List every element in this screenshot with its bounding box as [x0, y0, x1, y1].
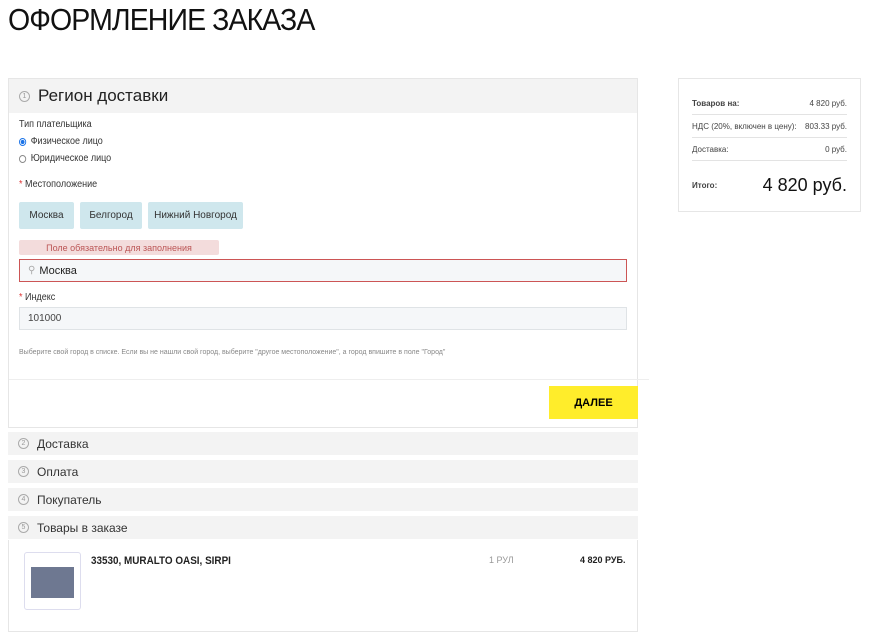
divider — [692, 114, 847, 115]
step-number-icon: 2 — [18, 438, 29, 449]
error-tooltip: Поле обязательно для заполнения — [19, 240, 219, 255]
summary-vat: НДС (20%, включен в цену): 803.33 руб. — [692, 122, 847, 131]
region-panel: 1 Регион доставки Тип плательщика Физиче… — [8, 78, 649, 428]
radio-label: Физическое лицо — [30, 136, 103, 147]
vat-value: 803.33 руб. — [805, 122, 847, 131]
section-title: Товары в заказе — [37, 520, 128, 535]
section-payment[interactable]: 3 Оплата — [8, 460, 638, 483]
zip-value: 101000 — [28, 313, 62, 324]
vat-label: НДС (20%, включен в цену): — [692, 122, 797, 131]
next-button[interactable]: ДАЛЕЕ — [549, 386, 638, 419]
product-image — [31, 567, 74, 598]
location-hint: Выберите свой город в списке. Если вы не… — [19, 349, 446, 356]
goods-value: 4 820 руб. — [809, 99, 848, 108]
section-buyer[interactable]: 4 Покупатель — [8, 488, 638, 511]
delivery-label: Доставка: — [692, 145, 729, 154]
payer-label: Тип плательщика — [19, 119, 92, 130]
summary-total: Итого: 4 820 руб. — [692, 175, 847, 196]
section-title: Доставка — [37, 436, 89, 451]
step-number-icon: 3 — [18, 466, 29, 477]
location-value: Москва — [39, 264, 77, 277]
region-header[interactable]: 1 Регион доставки — [9, 79, 637, 113]
product-qty: 1 РУЛ — [489, 555, 514, 565]
section-delivery[interactable]: 2 Доставка — [8, 432, 638, 455]
goods-label: Товаров на: — [692, 99, 740, 108]
divider — [692, 160, 847, 161]
search-icon: ⚲ — [28, 265, 36, 276]
order-summary: Товаров на: 4 820 руб. НДС (20%, включен … — [678, 78, 861, 212]
divider — [692, 137, 847, 138]
zip-label: * Индекс — [19, 292, 55, 303]
city-belgorod-button[interactable]: Белгород — [80, 202, 142, 229]
region-title: Регион доставки — [38, 86, 169, 105]
product-name[interactable]: 33530, MURALTO OASI, SIRPI — [91, 555, 231, 567]
payer-radio-legal[interactable]: Юридическое лицо — [19, 153, 111, 164]
required-mark: * — [19, 292, 23, 303]
product-row: 33530, MURALTO OASI, SIRPI 1 РУЛ 4 820 Р… — [8, 540, 638, 632]
zip-label-text: Индекс — [25, 292, 56, 303]
summary-goods: Товаров на: 4 820 руб. — [692, 99, 847, 108]
step-number-icon: 5 — [18, 522, 29, 533]
section-title: Покупатель — [37, 492, 102, 507]
divider — [9, 379, 649, 380]
section-order-items[interactable]: 5 Товары в заказе — [8, 516, 638, 539]
payer-radio-individual[interactable]: Физическое лицо — [19, 136, 103, 147]
radio-checked-icon — [19, 137, 27, 146]
total-label: Итого: — [692, 181, 718, 190]
total-value: 4 820 руб. — [762, 175, 847, 195]
product-thumbnail[interactable] — [24, 552, 81, 610]
city-nizhny-button[interactable]: Нижний Новгород — [148, 202, 243, 229]
delivery-value: 0 руб. — [825, 145, 847, 154]
page-title: ОФОРМЛЕНИЕ ЗАКАЗА — [8, 2, 315, 37]
zip-input[interactable]: 101000 — [19, 307, 627, 330]
radio-unchecked-icon — [19, 154, 27, 163]
summary-delivery: Доставка: 0 руб. — [692, 145, 847, 154]
step-number-icon: 4 — [18, 494, 29, 505]
section-title: Оплата — [37, 464, 79, 479]
radio-label: Юридическое лицо — [30, 153, 112, 164]
city-moscow-button[interactable]: Москва — [19, 202, 74, 229]
location-label-text: Местоположение — [25, 179, 98, 190]
required-mark: * — [19, 179, 23, 190]
location-input[interactable]: ⚲ Москва — [19, 259, 627, 282]
product-price: 4 820 РУБ. — [580, 555, 626, 565]
location-label: * Местоположение — [19, 179, 97, 190]
step-number-icon: 1 — [19, 90, 30, 102]
